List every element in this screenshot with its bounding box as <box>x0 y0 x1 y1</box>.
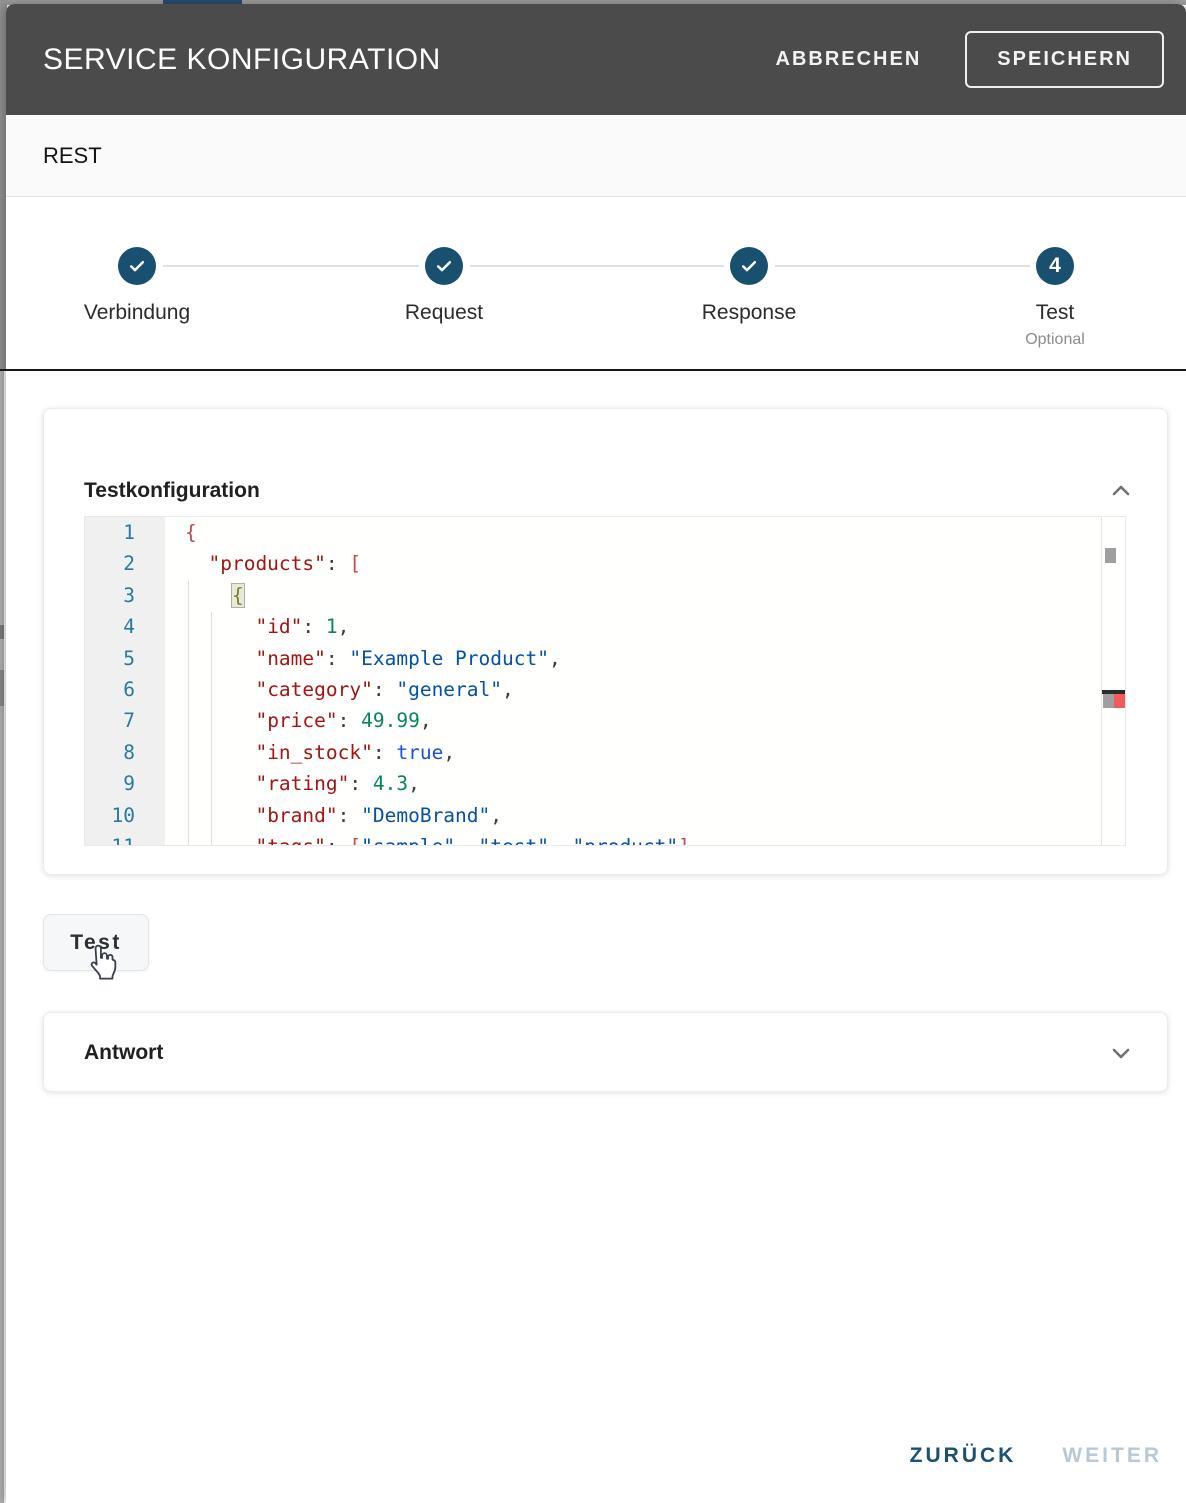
code-line[interactable]: 5 "name": "Example Product", <box>85 643 1101 674</box>
code-line[interactable]: 9 "rating": 4.3, <box>85 768 1101 799</box>
code-line[interactable]: 10 "brand": "DemoBrand", <box>85 800 1101 831</box>
line-number: 10 <box>85 800 165 831</box>
code-text: { <box>165 517 197 548</box>
test-configuration-title: Testkonfiguration <box>84 479 260 503</box>
screen: SERVICE KONFIGURATION ABBRECHEN SPEICHER… <box>0 0 1186 1503</box>
code-editor[interactable]: 1{2 "products": [3 {4 "id": 1,5 "name": … <box>84 516 1126 846</box>
dialog-header: SERVICE KONFIGURATION ABBRECHEN SPEICHER… <box>6 4 1186 115</box>
wizard-footer-actions: ZURÜCK WEITER <box>910 1444 1162 1468</box>
overview-ruler[interactable] <box>1101 517 1125 845</box>
wizard-stepper: Verbindung Request Response 4 Test Optional <box>6 197 1186 369</box>
stepper-step-test[interactable]: 4 Test Optional <box>945 197 1165 349</box>
answer-card: Antwort <box>43 1012 1168 1092</box>
chevron-up-icon[interactable] <box>1109 479 1133 503</box>
service-configuration-dialog: SERVICE KONFIGURATION ABBRECHEN SPEICHER… <box>6 4 1186 1503</box>
step-sublabel: Optional <box>945 331 1165 349</box>
editor-lines: 1{2 "products": [3 {4 "id": 1,5 "name": … <box>85 517 1101 846</box>
code-text: "rating": 4.3, <box>165 768 420 799</box>
step-label: Test <box>945 301 1165 325</box>
check-icon <box>434 256 454 276</box>
check-icon <box>127 256 147 276</box>
code-text: "category": "general", <box>165 674 514 705</box>
line-number: 5 <box>85 643 165 674</box>
code-text: "price": 49.99, <box>165 705 432 736</box>
step-circle[interactable]: 4 <box>1036 247 1074 285</box>
line-number: 3 <box>85 580 165 611</box>
page-title: SERVICE KONFIGURATION <box>43 43 770 77</box>
check-icon <box>739 256 759 276</box>
code-line[interactable]: 6 "category": "general", <box>85 674 1101 705</box>
service-type-label: REST <box>43 143 102 169</box>
code-line[interactable]: 4 "id": 1, <box>85 611 1101 642</box>
code-line[interactable]: 11 "tags": ["sample", "test", "product"] <box>85 831 1101 846</box>
step-circle[interactable] <box>425 247 463 285</box>
answer-card-header[interactable]: Antwort <box>44 1013 1167 1093</box>
code-text: "id": 1, <box>165 611 349 642</box>
step-label: Request <box>334 301 554 325</box>
code-line[interactable]: 7 "price": 49.99, <box>85 705 1101 736</box>
code-text: "brand": "DemoBrand", <box>165 800 502 831</box>
stepper-bottom-divider <box>0 369 1186 371</box>
service-type-bar: REST <box>6 115 1186 197</box>
ruler-cursor-marker <box>1105 548 1116 563</box>
cancel-button[interactable]: ABBRECHEN <box>770 38 928 81</box>
test-configuration-card: Testkonfiguration 1{2 "products": [3 {4 … <box>43 408 1168 875</box>
step-label: Verbindung <box>27 301 247 325</box>
code-text: "products": [ <box>165 548 361 579</box>
stepper-step-verbindung[interactable]: Verbindung <box>27 197 247 325</box>
save-button[interactable]: SPEICHERN <box>965 31 1164 88</box>
line-number: 8 <box>85 737 165 768</box>
code-line[interactable]: 2 "products": [ <box>85 548 1101 579</box>
step-label: Response <box>639 301 859 325</box>
line-number: 6 <box>85 674 165 705</box>
back-button[interactable]: ZURÜCK <box>910 1444 1017 1468</box>
stepper-step-response[interactable]: Response <box>639 197 859 325</box>
code-line[interactable]: 3 { <box>85 580 1101 611</box>
ruler-error-marker-gray <box>1103 694 1114 708</box>
background-icon-fragment <box>0 625 4 639</box>
line-number: 2 <box>85 548 165 579</box>
background-icon-fragment <box>0 670 4 706</box>
line-number: 4 <box>85 611 165 642</box>
stepper-step-request[interactable]: Request <box>334 197 554 325</box>
code-text: { <box>165 580 244 611</box>
code-line[interactable]: 8 "in_stock": true, <box>85 737 1101 768</box>
step-number: 4 <box>1049 254 1061 278</box>
code-text: "in_stock": true, <box>165 737 455 768</box>
step-circle[interactable] <box>730 247 768 285</box>
background-page-left-strip-lower <box>0 370 4 1503</box>
next-button[interactable]: WEITER <box>1062 1444 1162 1468</box>
ruler-error-marker-red <box>1114 694 1125 708</box>
line-number: 7 <box>85 705 165 736</box>
answer-title: Antwort <box>84 1041 163 1065</box>
header-actions: ABBRECHEN SPEICHERN <box>770 31 1165 88</box>
code-line[interactable]: 1{ <box>85 517 1101 548</box>
line-number: 11 <box>85 831 165 846</box>
line-number: 9 <box>85 768 165 799</box>
test-configuration-card-header[interactable]: Testkonfiguration <box>44 409 1167 509</box>
code-text: "name": "Example Product", <box>165 643 561 674</box>
code-text: "tags": ["sample", "test", "product"] <box>165 831 690 846</box>
test-button[interactable]: Test <box>43 914 149 971</box>
step-circle[interactable] <box>118 247 156 285</box>
chevron-down-icon[interactable] <box>1109 1041 1133 1065</box>
line-number: 1 <box>85 517 165 548</box>
